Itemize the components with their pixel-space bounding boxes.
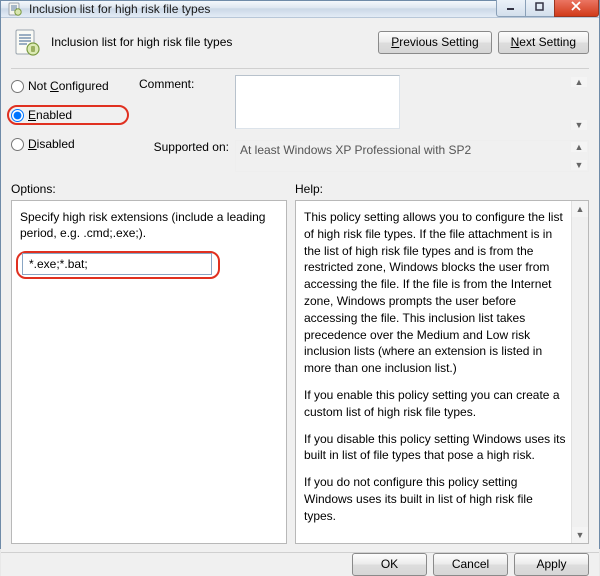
help-panel: This policy setting allows you to config…: [295, 200, 589, 544]
help-paragraph: If you do not configure this policy sett…: [304, 474, 566, 524]
radio-disabled[interactable]: Disabled: [11, 137, 129, 151]
help-scrollbar[interactable]: ▲ ▼: [571, 201, 588, 543]
window-controls: [497, 0, 599, 17]
comment-label: Comment:: [139, 75, 229, 132]
scroll-down-icon[interactable]: ▼: [571, 120, 587, 130]
help-label: Help:: [295, 182, 589, 196]
extensions-spec-label: Specify high risk extensions (include a …: [20, 209, 278, 241]
close-button[interactable]: [554, 0, 599, 17]
comment-textarea[interactable]: [235, 75, 400, 129]
window-title: Inclusion list for high risk file types: [29, 2, 497, 16]
supported-on-text: At least Windows XP Professional with SP…: [240, 143, 471, 157]
radio-enabled-input[interactable]: [11, 109, 24, 122]
separator: [11, 68, 589, 69]
supported-on-box: At least Windows XP Professional with SP…: [235, 140, 589, 172]
supported-scrollbar[interactable]: ▲ ▼: [571, 142, 587, 170]
apply-button[interactable]: Apply: [514, 553, 589, 576]
header-row: Inclusion list for high risk file types …: [11, 26, 589, 66]
cancel-button[interactable]: Cancel: [433, 553, 508, 576]
titlebar[interactable]: Inclusion list for high risk file types: [1, 1, 599, 18]
supported-label: Supported on:: [139, 140, 229, 154]
radio-not-configured[interactable]: Not Configured: [11, 79, 129, 93]
policy-icon: [11, 26, 43, 58]
ok-button[interactable]: OK: [352, 553, 427, 576]
help-paragraph: If you enable this policy setting you ca…: [304, 387, 566, 421]
footer: OK Cancel Apply: [1, 552, 599, 576]
help-paragraph: This policy setting allows you to config…: [304, 209, 566, 377]
lower-panels: Options: Specify high risk extensions (i…: [11, 182, 589, 544]
config-row: Not Configured Enabled Disabled Comment:: [11, 75, 589, 172]
radio-disabled-input[interactable]: [11, 138, 24, 151]
state-radios: Not Configured Enabled Disabled: [11, 75, 129, 172]
help-paragraph: If you disable this policy setting Windo…: [304, 431, 566, 465]
radio-enabled[interactable]: Enabled: [11, 108, 121, 122]
content-area: Inclusion list for high risk file types …: [1, 18, 599, 552]
highlight-extensions: [16, 251, 220, 279]
scroll-up-icon[interactable]: ▲: [572, 201, 588, 217]
maximize-button[interactable]: [525, 0, 555, 17]
options-label: Options:: [11, 182, 287, 196]
minimize-button[interactable]: [496, 0, 526, 17]
options-panel: Specify high risk extensions (include a …: [11, 200, 287, 544]
radio-not-configured-input[interactable]: [11, 80, 24, 93]
policy-editor-window: Inclusion list for high risk file types: [0, 0, 600, 549]
previous-setting-button[interactable]: Previous Setting: [378, 31, 491, 54]
extensions-input[interactable]: [22, 253, 212, 275]
scroll-down-icon[interactable]: ▼: [572, 527, 588, 543]
scroll-up-icon[interactable]: ▲: [571, 142, 587, 152]
next-setting-button[interactable]: Next Setting: [498, 31, 589, 54]
scroll-down-icon[interactable]: ▼: [571, 160, 587, 170]
policy-title: Inclusion list for high risk file types: [51, 35, 232, 49]
scroll-up-icon[interactable]: ▲: [571, 77, 587, 87]
comment-scrollbar[interactable]: ▲ ▼: [571, 77, 587, 130]
app-icon: [7, 1, 23, 17]
highlight-enabled: Enabled: [7, 105, 129, 125]
